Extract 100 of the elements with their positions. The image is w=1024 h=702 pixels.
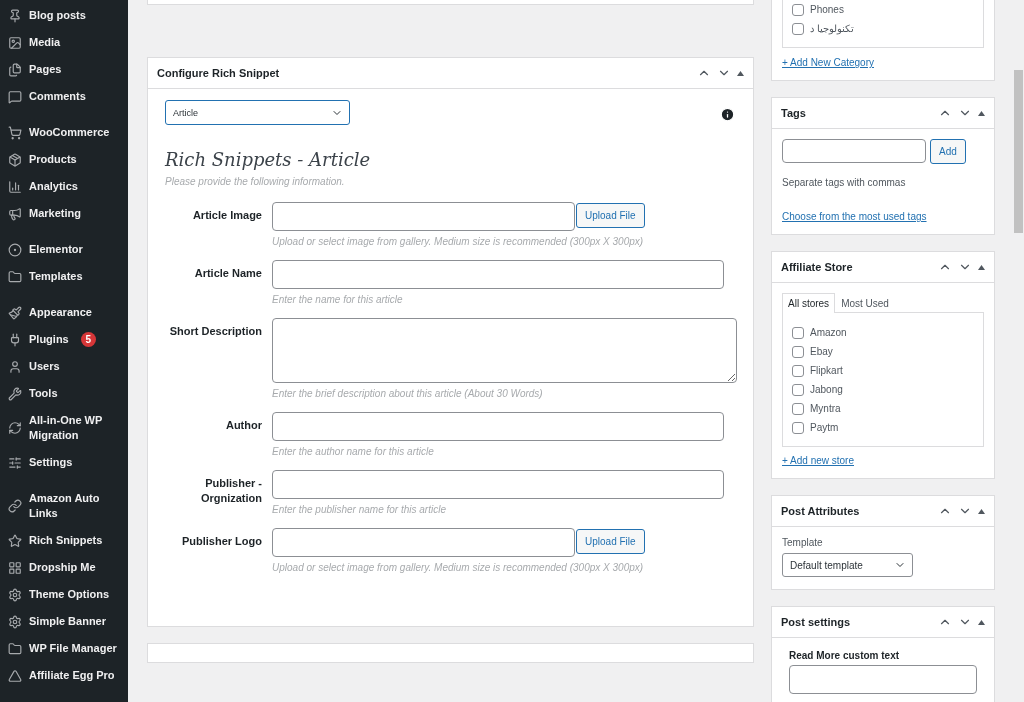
add-store-link[interactable]: + Add new store bbox=[782, 455, 984, 466]
grid-icon bbox=[8, 560, 22, 575]
field-label: Publisher Logo bbox=[180, 534, 262, 549]
sidebar-item[interactable]: Settings bbox=[0, 449, 128, 476]
collapse-button[interactable] bbox=[975, 508, 988, 514]
triangle-icon bbox=[8, 668, 22, 683]
intro-text: Please provide the following information. bbox=[165, 176, 346, 187]
sidebar-item[interactable]: Appearance bbox=[0, 299, 128, 326]
checkbox[interactable] bbox=[792, 365, 804, 377]
file-path-field[interactable] bbox=[272, 528, 575, 557]
file-path-field[interactable] bbox=[272, 202, 575, 231]
sidebar-item[interactable]: Pages bbox=[0, 56, 128, 83]
text-field[interactable] bbox=[272, 412, 724, 441]
checkbox-label[interactable]: Flipkart bbox=[792, 363, 974, 379]
files-icon bbox=[8, 62, 22, 77]
sidebar-item[interactable]: Marketing bbox=[0, 200, 128, 227]
image-icon bbox=[8, 35, 22, 50]
checkbox-label[interactable]: Amazon bbox=[792, 325, 974, 341]
checkbox[interactable] bbox=[792, 403, 804, 415]
sidebar-item[interactable]: All-in-One WP Migration bbox=[0, 407, 128, 449]
checkbox-label[interactable]: تكنولوجيا د bbox=[792, 21, 974, 37]
checkbox-label[interactable]: Ebay bbox=[792, 344, 974, 360]
upload-button[interactable]: Upload File bbox=[576, 203, 645, 228]
help-text: Enter the name for this article bbox=[272, 294, 404, 305]
add-category-link[interactable]: + Add New Category bbox=[782, 57, 984, 68]
text-field[interactable] bbox=[272, 470, 724, 499]
checkbox[interactable] bbox=[792, 327, 804, 339]
help-text: Enter the brief description about this article (About 30 Words) bbox=[272, 388, 544, 399]
field-label: Publisher - Orgnization bbox=[199, 476, 262, 506]
folder-icon bbox=[8, 641, 22, 656]
checkbox-label[interactable]: Paytm bbox=[792, 420, 974, 436]
collapse-button[interactable] bbox=[975, 264, 988, 270]
field-label: Short Description bbox=[168, 324, 262, 339]
sidebar-item[interactable]: WP File Manager bbox=[0, 635, 128, 662]
most-used-tags-link[interactable]: Choose from the most used tags bbox=[782, 211, 984, 222]
sidebar-item[interactable]: Analytics bbox=[0, 173, 128, 200]
help-text: Enter the publisher name for this article bbox=[272, 504, 447, 515]
checkbox-label[interactable]: Jabong bbox=[792, 382, 974, 398]
sidebar-item[interactable]: Tools bbox=[0, 380, 128, 407]
sidebar-item[interactable]: Dropship Me bbox=[0, 554, 128, 581]
checkbox[interactable] bbox=[792, 346, 804, 358]
circle-icon bbox=[8, 242, 22, 257]
text-area[interactable] bbox=[272, 318, 737, 383]
sidebar-item[interactable]: Plugins 5 bbox=[0, 326, 128, 353]
sidebar-item[interactable]: Rich Snippets bbox=[0, 527, 128, 554]
upload-button[interactable]: Upload File bbox=[576, 529, 645, 554]
checkbox[interactable] bbox=[792, 422, 804, 434]
info-icon[interactable] bbox=[720, 107, 735, 122]
plug-icon bbox=[8, 332, 22, 347]
checkbox-label[interactable]: Myntra bbox=[792, 401, 974, 417]
field-label: Author bbox=[224, 418, 262, 433]
cart-icon bbox=[8, 125, 22, 140]
field-label: Read More custom text bbox=[789, 649, 901, 663]
user-icon bbox=[8, 359, 22, 374]
bar-chart-icon bbox=[8, 179, 22, 194]
sidebar-item[interactable]: Media bbox=[0, 29, 128, 56]
tab[interactable]: Most Used bbox=[835, 293, 895, 313]
link-icon bbox=[8, 499, 22, 513]
folder-icon bbox=[8, 269, 22, 284]
package-icon bbox=[8, 152, 22, 167]
sidebar-item[interactable]: Templates bbox=[0, 263, 128, 290]
sidebar-item[interactable]: Elementor bbox=[0, 236, 128, 263]
triangle-up-icon bbox=[978, 110, 985, 116]
sidebar-item[interactable]: Simple Banner bbox=[0, 608, 128, 635]
text-field[interactable] bbox=[789, 665, 977, 694]
count-badge: 5 bbox=[80, 332, 96, 347]
sidebar-item[interactable]: Products bbox=[0, 146, 128, 173]
tab[interactable]: All stores bbox=[782, 293, 836, 313]
help-text: Upload or select image from gallery. Medium size is recommended (300px X 300px) bbox=[272, 562, 645, 573]
box-title: Post Attributes bbox=[781, 505, 861, 517]
collapse-button[interactable] bbox=[975, 110, 988, 116]
field-label: Article Name bbox=[193, 266, 262, 281]
checkbox[interactable] bbox=[792, 23, 804, 35]
help-text: Upload or select image from gallery. Medium size is recommended (300px X 300px) bbox=[272, 236, 645, 247]
checkbox[interactable] bbox=[792, 4, 804, 16]
triangle-up-icon bbox=[978, 264, 985, 270]
collapse-button[interactable] bbox=[734, 70, 747, 76]
sidebar-item[interactable]: WooCommerce bbox=[0, 119, 128, 146]
tag-field[interactable] bbox=[782, 139, 926, 163]
megaphone-icon bbox=[8, 206, 22, 221]
text-field[interactable] bbox=[272, 260, 724, 289]
type-select[interactable]: Article bbox=[165, 100, 350, 125]
sidebar-item[interactable]: Comments bbox=[0, 83, 128, 110]
triangle-up-icon bbox=[737, 70, 744, 76]
sidebar-item[interactable]: Users bbox=[0, 353, 128, 380]
template-select[interactable]: Default template bbox=[782, 553, 913, 577]
wrench-icon bbox=[8, 386, 22, 401]
checkbox-label[interactable]: Phones bbox=[792, 2, 974, 18]
sidebar-item[interactable]: Blog posts bbox=[0, 2, 128, 29]
sidebar-item[interactable]: Theme Options bbox=[0, 581, 128, 608]
add-button[interactable]: Add bbox=[930, 139, 966, 164]
collapse-button[interactable] bbox=[975, 619, 988, 625]
scrollbar-thumb[interactable] bbox=[1014, 70, 1023, 233]
checkbox[interactable] bbox=[792, 384, 804, 396]
section-heading: Rich Snippets - Article bbox=[165, 149, 372, 170]
settings-icon bbox=[8, 587, 22, 602]
sidebar-item[interactable]: Amazon Auto Links bbox=[0, 485, 128, 527]
field-label: Template bbox=[782, 537, 824, 548]
sidebar-item[interactable]: Affiliate Egg Pro bbox=[0, 662, 128, 689]
box-title: Post settings bbox=[781, 616, 852, 628]
